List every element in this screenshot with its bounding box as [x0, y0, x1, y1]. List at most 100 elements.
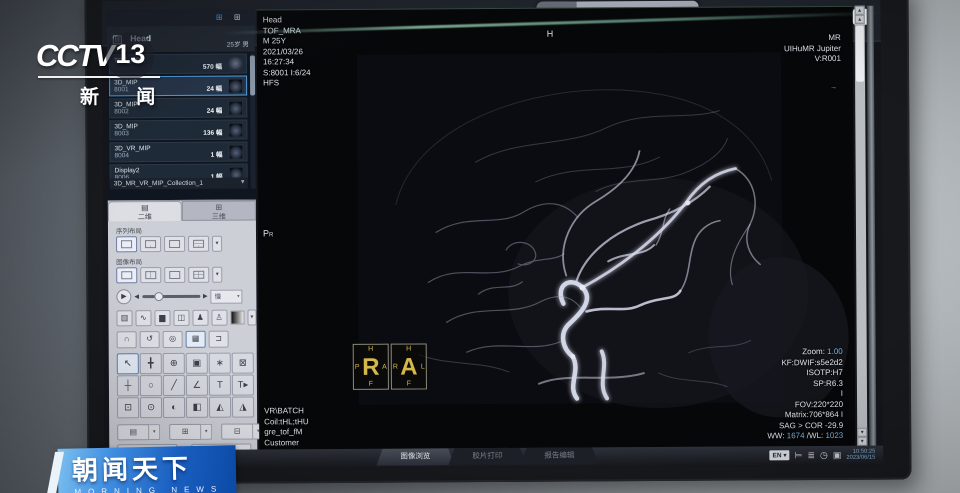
- series-thumbnail: [228, 101, 243, 116]
- rotate-3d-tool[interactable]: ◮: [232, 396, 254, 417]
- overlay-line: ISOTP:H7: [767, 368, 843, 379]
- layout-1x1-button[interactable]: [116, 236, 137, 252]
- module-tab[interactable]: 图像浏览: [376, 448, 454, 465]
- target-button[interactable]: ◎: [163, 331, 183, 348]
- image-viewport[interactable]: HeadTOF_MRAM 25Y2021/03/2616:27:34S:8001…: [257, 6, 856, 450]
- series-item[interactable]: 3D_MIP8003136 幅: [109, 120, 247, 141]
- collection-row[interactable]: 3D_MR_VR_MIP_Collection_1▼: [110, 178, 248, 190]
- toolbox-icon[interactable]: ▣: [833, 448, 842, 462]
- angle-tool[interactable]: ∠: [186, 375, 208, 396]
- layout-1x2-button[interactable]: [140, 236, 161, 252]
- layout-more-dropdown[interactable]: ▾: [212, 236, 222, 252]
- language-indicator[interactable]: EN ▾: [769, 450, 789, 460]
- undo-box-button[interactable]: ⊐: [209, 331, 229, 348]
- orientation-marker-p: PR: [263, 228, 273, 241]
- step-forward-icon[interactable]: ▶: [203, 293, 208, 300]
- grid-view-icon[interactable]: ⊞: [214, 13, 225, 23]
- tab-2d[interactable]: ▤二维: [108, 201, 182, 221]
- body-front-button[interactable]: ♟: [192, 310, 208, 326]
- layout-1x1-button[interactable]: [116, 267, 137, 283]
- module-tab[interactable]: 报告编辑: [520, 447, 598, 464]
- histogram-button[interactable]: ▆: [154, 310, 170, 326]
- cube-icon: ⊞: [183, 202, 255, 211]
- program-title: 朝闻天下: [72, 447, 237, 487]
- roi-zoom-tool[interactable]: ⊡: [117, 397, 139, 418]
- pan-tool[interactable]: ╋: [140, 353, 162, 374]
- cine-button[interactable]: ◫: [173, 310, 189, 326]
- invert-tool[interactable]: ◐: [163, 397, 185, 418]
- link-button[interactable]: ↺: [140, 331, 160, 348]
- series-thumbnail: [228, 57, 243, 72]
- overlay-bottom-left: VR\BATCHCoil:tHL;tHUgre_tof_fMCustomer: [264, 406, 309, 448]
- layout-grid-button[interactable]: [188, 236, 209, 252]
- overlay-line: FOV:220*220: [767, 399, 843, 410]
- series-list-scrollbar[interactable]: [250, 53, 256, 188]
- tab-3d[interactable]: ⊞三维: [182, 200, 256, 220]
- orientation-marker-h: H: [547, 29, 554, 40]
- cine-slider[interactable]: [142, 295, 200, 298]
- angle-measure-tool[interactable]: ◭: [209, 397, 231, 418]
- viewport-scrollbar[interactable]: ▲ ▲ ▼ ▼: [855, 6, 868, 446]
- overlay-top-left: HeadTOF_MRAM 25Y2021/03/2616:27:34S:8001…: [263, 15, 311, 89]
- window-combo[interactable]: ⊟▾: [221, 423, 264, 439]
- layout-1x2-button[interactable]: [140, 267, 161, 283]
- body-side-button[interactable]: ♙: [211, 310, 227, 326]
- chevron-down-icon[interactable]: ▾: [201, 424, 212, 440]
- overlay-line: M 25Y: [263, 36, 311, 47]
- layout-2x1-button[interactable]: [164, 236, 185, 252]
- playlist-icon[interactable]: ⊨: [795, 448, 803, 462]
- orient-right: L: [421, 363, 425, 370]
- crosshair-tool[interactable]: ┼: [117, 375, 139, 396]
- zoom-tool[interactable]: ⊕: [163, 353, 185, 374]
- layout-more-dropdown[interactable]: ▾: [212, 267, 222, 283]
- export-combo[interactable]: ▤▾: [117, 424, 160, 440]
- slider-knob[interactable]: [154, 292, 163, 301]
- curve-button[interactable]: ∿: [135, 310, 151, 326]
- orient-right: A: [382, 364, 387, 371]
- toolbar-row-edit: ∩↺◎▦⊐: [117, 330, 257, 348]
- text-arrow-tool[interactable]: T▸: [232, 374, 254, 395]
- hook-button[interactable]: ∩: [117, 331, 137, 348]
- window-gradient-swatch[interactable]: [230, 311, 244, 325]
- scroll-down-icon[interactable]: ▼: [857, 428, 867, 437]
- overlay-line: KF:DWIF:s5e2d2: [767, 357, 843, 368]
- list-view-icon[interactable]: ⊞: [232, 13, 243, 23]
- menu-icon[interactable]: ≣: [807, 448, 815, 462]
- layout-grid-button[interactable]: [188, 267, 209, 283]
- speed-select[interactable]: 慢: [211, 289, 243, 303]
- overlay-line: S:8001 I:6/24: [263, 68, 311, 79]
- gradient-dropdown[interactable]: ▾: [247, 309, 257, 325]
- line-tool[interactable]: ╱: [163, 375, 185, 396]
- chevron-down-icon[interactable]: ▾: [149, 424, 160, 440]
- delete-box-tool[interactable]: ⊠: [232, 352, 254, 373]
- export-icon: ▤: [117, 424, 149, 440]
- orient-bottom: F: [392, 380, 426, 387]
- layers-icon: ▤: [109, 203, 181, 212]
- flip-h-tool[interactable]: ◧: [186, 397, 208, 418]
- series-thumbnail: [228, 79, 243, 94]
- overlay-line: Head: [263, 15, 311, 26]
- scrollbar-thumb[interactable]: [856, 26, 864, 82]
- play-button[interactable]: ▶: [116, 289, 131, 304]
- cursor-tool[interactable]: ↖: [117, 353, 139, 374]
- sparkle-tool[interactable]: ∗: [209, 353, 231, 374]
- layout-2x1-button[interactable]: [164, 267, 185, 283]
- scroll-down-icon[interactable]: ▼: [857, 437, 867, 446]
- combo-buttons: ▤▾⊞▾⊟▾: [117, 423, 257, 440]
- save-button[interactable]: ▥: [116, 310, 132, 326]
- scroll-up-icon[interactable]: ▲: [855, 15, 865, 24]
- ellipse-tool[interactable]: ○: [140, 375, 162, 396]
- crop-tool[interactable]: ▣: [186, 353, 208, 374]
- annotate-icon: ⊞: [169, 424, 201, 440]
- orient-top: H: [354, 346, 388, 353]
- step-back-icon[interactable]: ◀: [134, 293, 139, 300]
- annotate-combo[interactable]: ⊞▾: [169, 424, 212, 440]
- series-item[interactable]: 3D_VR_MIP80041 幅: [109, 142, 247, 163]
- magnifier-tool[interactable]: ⊙: [140, 397, 162, 418]
- clock-icon[interactable]: ◷: [820, 448, 828, 462]
- module-tab[interactable]: 胶片打印: [448, 448, 526, 465]
- series-layout-label: 序列布局: [116, 224, 256, 235]
- layout-card-button[interactable]: ▦: [186, 331, 206, 348]
- overlay-line: Coil:tHL;tHU: [264, 417, 309, 428]
- text-tool[interactable]: T: [209, 375, 231, 396]
